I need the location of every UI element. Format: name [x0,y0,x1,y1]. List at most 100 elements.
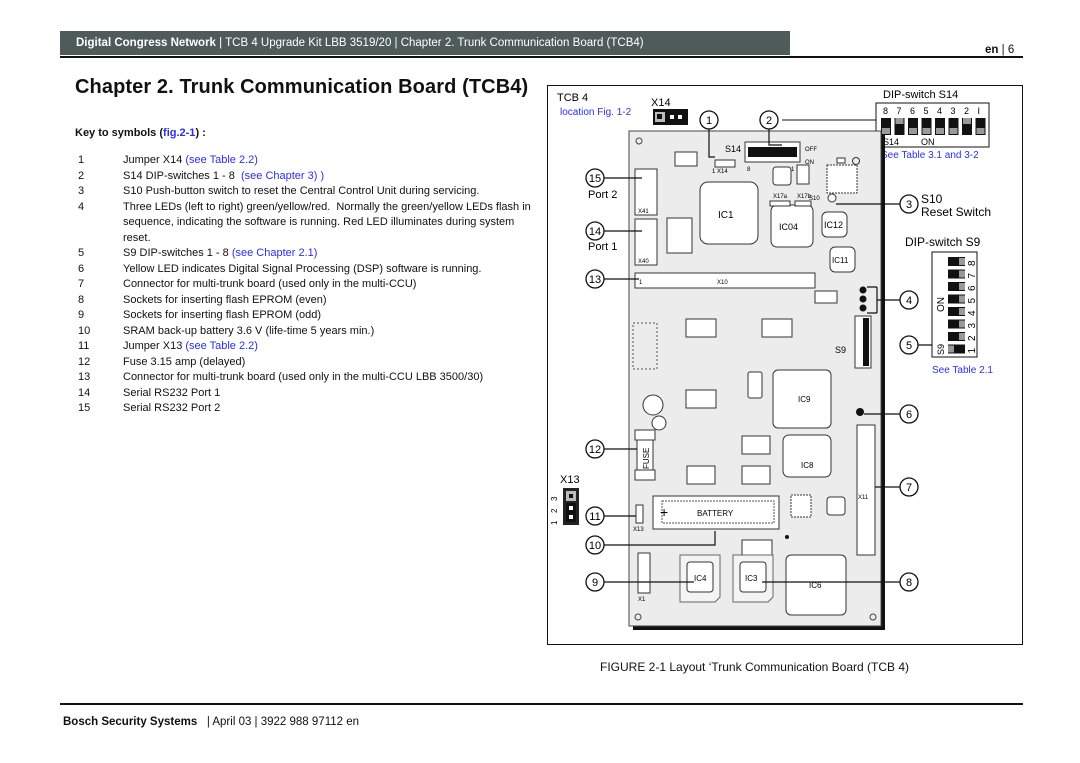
key-item: 13 Connector for multi-trunk board (used … [75,370,535,386]
key-item: 15 Serial RS232 Port 2 [75,401,535,417]
key-description: Serial RS232 Port 2 [123,401,535,417]
footer-rule [60,703,1023,705]
footer-info: | April 03 | 3922 988 97112 en [197,716,360,728]
key-reference-link[interactable]: (see Table 2.2) [185,154,258,166]
header-breadcrumb: | TCB 4 Upgrade Kit LBB 3519/20 | Chapte… [215,37,644,49]
key-item: 2 S14 DIP-switches 1 - 8 (see Chapter 3) … [75,169,535,185]
chip [674,151,697,166]
jumper-x13 [562,487,579,525]
key-reference-link[interactable]: (see Chapter 2.1) [232,247,318,259]
board-off-label: OFF [805,147,817,153]
s14-switch-knob [949,127,957,134]
callout-number: 5 [905,340,911,352]
callout-4: 4 [898,289,919,310]
callout-number: 12 [588,444,600,456]
s9-switch-number: 2 [967,335,978,341]
x13-pin-3: 3 [550,496,559,501]
x40-label: X40 [638,259,649,265]
callout-13: 13 [584,268,605,289]
callout-12: 12 [584,438,605,459]
running-header: Digital Congress Network | TCB 4 Upgrade… [60,31,790,55]
key-item: 10 SRAM back-up battery 3.6 V (life-time … [75,324,535,340]
key-description: Yellow LED indicates Digital Signal Proc… [123,262,535,278]
s14-switch-knob [895,117,903,124]
key-item: 14 Serial RS232 Port 1 [75,386,535,402]
key-text: Jumper X14 [123,154,186,166]
key-item: 5 S9 DIP-switches 1 - 8 (see Chapter 2.1) [75,246,535,262]
s9-switch-knob [958,332,965,340]
x11-label: X11 [858,495,869,501]
key-number: 12 [78,355,91,368]
s10-label: S10 [921,192,943,206]
s14-switch-number: 4 [937,106,942,116]
led-red [859,304,866,311]
key-description: Connector for multi-trunk board (used on… [123,370,535,386]
s9-switch-number: 1 [967,347,978,353]
s9-switch-number: 8 [967,260,978,266]
key-number: 5 [78,247,85,259]
dip-switch-s14: 8765432I S14 ON [875,102,989,147]
callout-5: 5 [898,334,919,355]
callout-number: 1 [705,115,711,127]
key-description: Sockets for inserting flash EPROM (odd) [123,308,535,324]
callout-number: 14 [588,226,600,238]
s9-switch-number: 7 [967,272,978,278]
key-text: Sockets for inserting flash EPROM (odd) [123,309,322,321]
battery-plus-icon: + [660,504,668,520]
callout-number: 4 [905,295,911,307]
key-reference-link[interactable]: (see Table 2.2) [185,340,258,352]
x1-label: X1 [638,597,646,603]
dip-s9-table-link[interactable]: See Table 2.1 [932,365,993,376]
key-number: 8 [78,293,85,306]
key-item: 11 Jumper X13 (see Table 2.2) [75,339,535,355]
board-layout-diagram: TCB 4 location Fig. 1-2 X14 1 2 3 DIP-sw… [550,89,993,630]
callout-number: 2 [765,115,771,127]
dip-s14-title: DIP-switch S14 [883,89,958,101]
location-link[interactable]: location Fig. 1-2 [560,107,632,118]
key-description: Sockets for inserting flash EPROM (even) [123,293,535,309]
board-s10-label: S10 [809,196,820,202]
dip-s9-on: ON [936,297,947,312]
page-number-value: 6 [1007,44,1015,56]
callout-number: 15 [588,173,600,185]
key-description: S10 Push-button switch to reset the Cent… [123,184,535,200]
led-green [859,286,866,293]
key-number: 3 [78,185,85,197]
key-item: 9 Sockets for inserting flash EPROM (odd) [75,308,535,324]
key-number: 4 [78,200,85,213]
callout-number: 6 [905,409,911,421]
key-description: Jumper X14 (see Table 2.2) [123,153,535,169]
key-text: Sockets for inserting flash EPROM (even) [123,293,327,306]
key-text: Connector for multi-trunk board (used on… [123,278,417,290]
port1-label: Port 1 [588,241,617,253]
ic4-label: IC4 [694,574,707,583]
key-number: 15 [78,402,91,414]
language-label: en [985,44,999,56]
callout-number: 10 [588,540,600,552]
callout-number: 11 [589,511,600,523]
s9-switch-knob [958,282,965,290]
dip-s14-table-link[interactable]: See Table 3.1 and 3-2 [881,150,979,161]
dip-s14-name: S14 [883,137,899,147]
key-number: 6 [78,262,85,275]
key-number: 11 [78,340,90,352]
connector-x1 [637,552,650,593]
key-item: 1 Jumper X14 (see Table 2.2) [75,153,535,169]
key-text: S9 DIP-switches 1 - 8 [123,247,232,259]
figure-link[interactable]: fig.2-1 [163,127,195,139]
header-rule [60,56,1023,58]
reset-button-s10 [827,193,836,202]
page-number: en | 6 [985,44,1015,56]
battery-label: BATTERY [697,509,734,518]
ic8 [782,434,831,477]
key-text: Three LEDs (left to right) green/yellow/… [123,200,534,244]
connector-x11 [856,424,875,555]
key-number: 9 [78,309,85,321]
key-reference-link[interactable]: (see Chapter 3) ) [241,170,324,182]
callout-number: 7 [905,482,911,494]
key-text: Connector for multi-trunk board (used on… [123,371,484,383]
s14-switch-number: 7 [896,106,901,116]
s9-switch-number: 6 [967,285,978,291]
ic04-label: IC04 [779,222,798,232]
footer-company: Bosch Security Systems [63,716,198,728]
